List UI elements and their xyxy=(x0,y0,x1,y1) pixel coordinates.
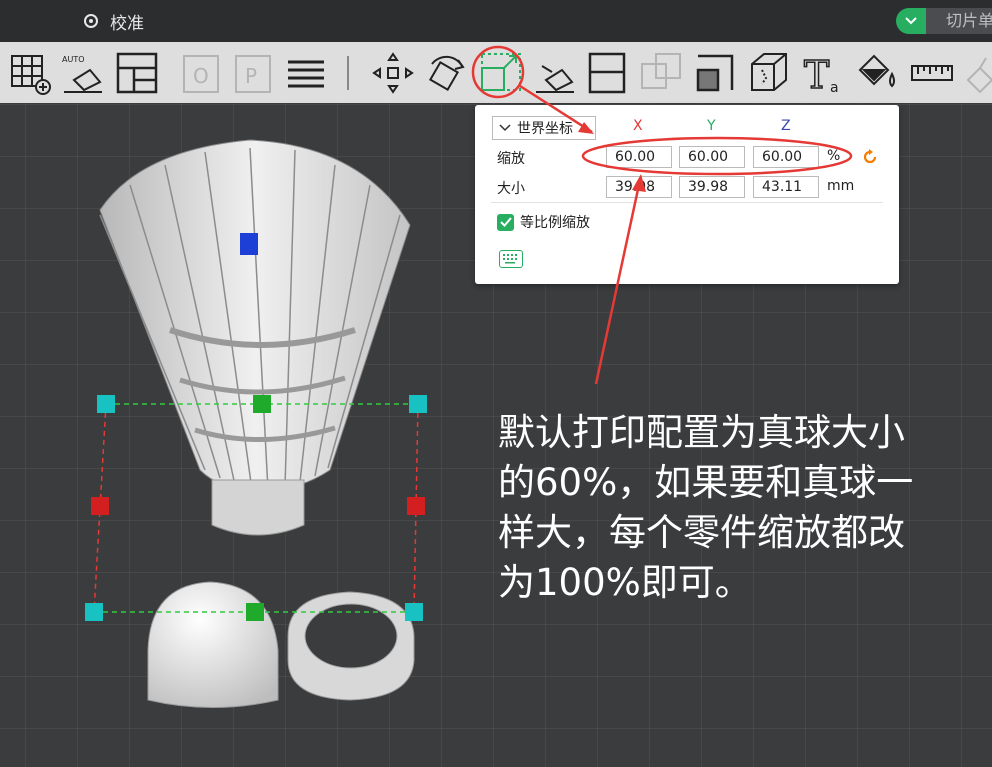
add-plate-icon[interactable] xyxy=(8,50,54,96)
size-x-field[interactable]: 39.98 xyxy=(606,176,672,198)
corner-handle[interactable] xyxy=(409,395,427,413)
scale-z-field[interactable]: 60.00 xyxy=(753,146,819,168)
chevron-down-icon xyxy=(905,17,917,25)
scale-x-field[interactable]: 60.00 xyxy=(606,146,672,168)
size-unit: mm xyxy=(827,178,855,194)
text-icon[interactable]: T a xyxy=(800,50,846,96)
axis-z-label: Z xyxy=(781,118,791,134)
divider xyxy=(491,202,883,203)
annotation-text: 默认打印配置为真球大小 的60%，如果要和真球一 样大，每个零件缩放都改 为10… xyxy=(498,408,968,608)
arrange-icon[interactable] xyxy=(114,50,160,96)
corner-handle[interactable] xyxy=(85,603,103,621)
boolean-icon[interactable] xyxy=(638,50,684,96)
color-paint-icon[interactable] xyxy=(854,50,900,96)
scale-panel: 世界坐标 X Y Z 缩放 60.00 60.00 60.00 % 大小 39.… xyxy=(475,105,899,284)
svg-text:a: a xyxy=(830,80,839,96)
cut-icon[interactable] xyxy=(584,50,630,96)
lay-on-face-icon[interactable] xyxy=(532,50,578,96)
calibration-menu[interactable]: 校准 xyxy=(82,9,144,34)
reset-scale-icon[interactable] xyxy=(861,148,879,166)
calibration-menu-label: 校准 xyxy=(110,13,144,34)
dome-part-model[interactable] xyxy=(147,581,279,708)
scale-row-label: 缩放 xyxy=(497,151,525,167)
uniform-scale-checkbox[interactable]: 等比例缩放 xyxy=(497,212,590,232)
annotation-line: 默认打印配置为真球大小 xyxy=(498,411,905,454)
axis-x-label: X xyxy=(633,118,643,134)
uniform-scale-label: 等比例缩放 xyxy=(520,215,590,231)
calibration-gear-icon xyxy=(84,14,98,28)
toolbar-separator xyxy=(347,56,349,90)
seam-paint-icon[interactable] xyxy=(746,50,792,96)
assembly-icon[interactable] xyxy=(962,50,992,96)
x-axis-handle[interactable] xyxy=(91,497,109,515)
plate-p-icon[interactable]: P xyxy=(230,50,276,96)
y-axis-handle[interactable] xyxy=(246,603,264,621)
ring-part-model[interactable] xyxy=(287,591,415,701)
slice-plate-button[interactable]: 切片单 xyxy=(926,8,992,34)
annotation-line: 的60%，如果要和真球一 xyxy=(498,461,914,504)
x-axis-handle[interactable] xyxy=(407,497,425,515)
keyboard-icon[interactable] xyxy=(499,250,523,268)
chevron-down-icon xyxy=(499,124,511,132)
layers-icon[interactable] xyxy=(284,50,330,96)
move-icon[interactable] xyxy=(370,50,416,96)
slice-dropdown-toggle[interactable] xyxy=(896,8,926,34)
title-bar: 校准 切片单 xyxy=(0,0,992,42)
rotate-icon[interactable] xyxy=(424,50,470,96)
coordinate-system-label: 世界坐标 xyxy=(517,121,573,137)
svg-text:AUTO: AUTO xyxy=(62,55,85,64)
support-paint-icon[interactable] xyxy=(692,50,738,96)
y-axis-handle[interactable] xyxy=(253,395,271,413)
svg-text:O: O xyxy=(193,64,209,88)
corner-handle[interactable] xyxy=(97,395,115,413)
plate-o-icon[interactable]: O xyxy=(178,50,224,96)
size-row-label: 大小 xyxy=(497,181,525,197)
size-y-field[interactable]: 39.98 xyxy=(679,176,745,198)
measure-icon[interactable] xyxy=(910,50,956,96)
z-axis-handle[interactable] xyxy=(240,233,258,255)
checkbox-checked-icon xyxy=(497,213,514,231)
coordinate-system-dropdown[interactable]: 世界坐标 xyxy=(492,116,596,140)
corner-handle[interactable] xyxy=(405,603,423,621)
svg-text:T: T xyxy=(804,53,829,96)
annotation-line: 样大，每个零件缩放都改 xyxy=(498,511,905,554)
scale-unit: % xyxy=(827,148,841,164)
annotation-line: 为100%即可。 xyxy=(498,561,752,604)
main-toolbar: AUTO O P T a xyxy=(0,42,992,103)
scale-icon[interactable] xyxy=(478,50,524,96)
svg-text:P: P xyxy=(245,64,257,88)
auto-orient-icon[interactable]: AUTO xyxy=(60,50,106,96)
size-z-field[interactable]: 43.11 xyxy=(753,176,819,198)
scale-y-field[interactable]: 60.00 xyxy=(679,146,745,168)
axis-y-label: Y xyxy=(707,118,716,134)
